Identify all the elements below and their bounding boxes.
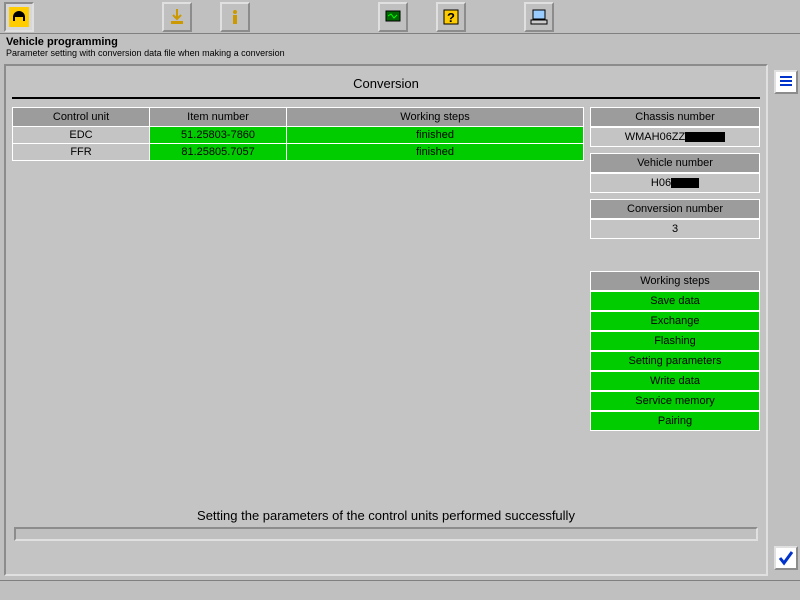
- conversion-label: Conversion number: [590, 199, 760, 219]
- step-item: Pairing: [590, 411, 760, 431]
- working-steps-list: Working steps Save data Exchange Flashin…: [590, 271, 760, 431]
- page-title: Vehicle programming: [6, 36, 794, 48]
- control-unit-table: Control unit Item number Working steps E…: [12, 107, 584, 161]
- col-working-steps: Working steps: [287, 108, 584, 127]
- top-toolbar: ?: [0, 0, 800, 34]
- step-item: Write data: [590, 371, 760, 391]
- step-item: Service memory: [590, 391, 760, 411]
- status-message: Setting the parameters of the control un…: [12, 502, 760, 527]
- vehicle-value: H06: [590, 173, 760, 193]
- cell-control-unit: EDC: [13, 127, 150, 144]
- conversion-value: 3: [590, 219, 760, 239]
- toolbar-headset-icon[interactable]: [4, 2, 34, 32]
- col-control-unit: Control unit: [13, 108, 150, 127]
- page-header: Vehicle programming Parameter setting wi…: [0, 34, 800, 60]
- col-item-number: Item number: [150, 108, 287, 127]
- status-bar: [14, 527, 758, 541]
- toolbar-monitor-icon[interactable]: [378, 2, 408, 32]
- toolbar-help-icon[interactable]: ?: [436, 2, 466, 32]
- step-item: Exchange: [590, 311, 760, 331]
- list-view-button[interactable]: [774, 70, 798, 94]
- confirm-button[interactable]: [774, 546, 798, 570]
- footer-bar: [0, 580, 800, 594]
- steps-header: Working steps: [590, 271, 760, 291]
- control-unit-table-area: Control unit Item number Working steps E…: [12, 107, 584, 502]
- panel-title: Conversion: [12, 72, 760, 99]
- cell-item-number: 81.25805.7057: [150, 144, 287, 161]
- toolbar-computer-icon[interactable]: [524, 2, 554, 32]
- conversion-panel: Conversion Control unit Item number Work…: [4, 64, 768, 576]
- page-subtitle: Parameter setting with conversion data f…: [6, 48, 794, 58]
- svg-text:?: ?: [447, 10, 455, 25]
- vehicle-label: Vehicle number: [590, 153, 760, 173]
- toolbar-info-icon[interactable]: [220, 2, 250, 32]
- table-row: FFR 81.25805.7057 finished: [13, 144, 584, 161]
- cell-status: finished: [287, 144, 584, 161]
- info-sidebar: Chassis number WMAH06ZZ Vehicle number H…: [590, 107, 760, 502]
- cell-status: finished: [287, 127, 584, 144]
- cell-item-number: 51.25803-7860: [150, 127, 287, 144]
- step-item: Flashing: [590, 331, 760, 351]
- chassis-value: WMAH06ZZ: [590, 127, 760, 147]
- chassis-label: Chassis number: [590, 107, 760, 127]
- step-item: Save data: [590, 291, 760, 311]
- cell-control-unit: FFR: [13, 144, 150, 161]
- toolbar-download-icon[interactable]: [162, 2, 192, 32]
- right-sidebar: [772, 60, 800, 580]
- step-item: Setting parameters: [590, 351, 760, 371]
- table-row: EDC 51.25803-7860 finished: [13, 127, 584, 144]
